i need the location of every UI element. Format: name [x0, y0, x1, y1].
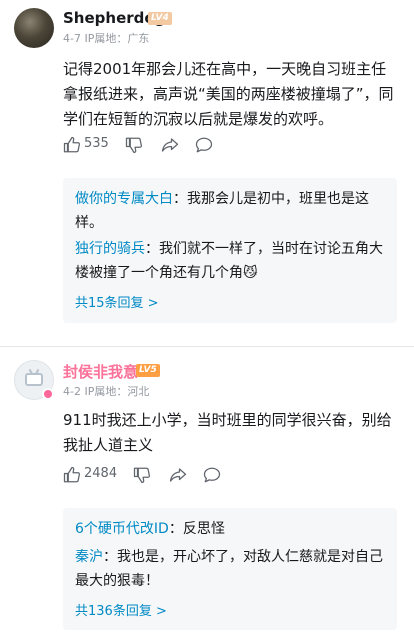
- more-replies-link[interactable]: 共136条回复 >: [75, 600, 167, 619]
- reply-text: ：反思怪: [168, 521, 225, 537]
- share-icon[interactable]: [161, 136, 179, 154]
- avatar[interactable]: [14, 8, 54, 48]
- reply-item: 独行的骑兵：我们就不一样了，当时在讨论五角大楼被撞了一个角还有几个角😼: [75, 237, 387, 285]
- reply-preview[interactable]: 做你的专属大白：我那会儿是初中，班里也是这样。 独行的骑兵：我们就不一样了，当时…: [63, 178, 397, 323]
- comment-meta: 4-7 IP属地：广东: [63, 32, 150, 45]
- more-replies-link[interactable]: 共15条回复 >: [75, 292, 159, 311]
- reply-author[interactable]: 6个硬币代改ID: [75, 521, 169, 537]
- cat-emoji-icon: 😼: [243, 265, 258, 281]
- dislike-icon[interactable]: [125, 136, 143, 154]
- like-icon[interactable]: [63, 136, 81, 154]
- comment-icon[interactable]: [203, 466, 221, 484]
- reply-author[interactable]: 独行的骑兵: [75, 241, 145, 257]
- like-icon[interactable]: [63, 466, 81, 484]
- like-count: 535: [84, 136, 109, 151]
- vip-dot-icon: [42, 388, 54, 400]
- reply-author[interactable]: 秦沪: [75, 549, 103, 565]
- dislike-icon[interactable]: [133, 466, 151, 484]
- comment-meta: 4-2 IP属地：河北: [63, 385, 150, 398]
- reply-item: 秦沪：我也是，开心坏了，对敌人仁慈就是对自己最大的狠毒！: [75, 545, 387, 593]
- reply-item: 6个硬币代改ID：反思怪: [75, 517, 387, 541]
- divider: [0, 346, 414, 347]
- level-badge: LV5: [136, 364, 160, 377]
- tv-icon: [25, 373, 43, 386]
- reply-author[interactable]: 做你的专属大白: [75, 191, 173, 207]
- reply-item: 做你的专属大白：我那会儿是初中，班里也是这样。: [75, 187, 387, 235]
- reply-preview[interactable]: 6个硬币代改ID：反思怪 秦沪：我也是，开心坏了，对敌人仁慈就是对自己最大的狠毒…: [63, 508, 397, 630]
- comment-text: 记得2001年那会儿还在高中，一天晚自习班主任拿报纸进来，高声说“美国的两座楼被…: [63, 60, 394, 128]
- comment-text: 911时我还上小学，当时班里的同学很兴奋，别给我扯人道主义: [63, 411, 392, 454]
- avatar[interactable]: [14, 360, 54, 400]
- level-badge: LV4: [148, 12, 172, 25]
- username[interactable]: 封侯非我意: [63, 361, 138, 382]
- share-icon[interactable]: [169, 466, 187, 484]
- reply-text: ：我也是，开心坏了，对敌人仁慈就是对自己最大的狠毒！: [75, 549, 383, 589]
- comment-icon[interactable]: [195, 136, 213, 154]
- like-count: 2484: [84, 466, 118, 481]
